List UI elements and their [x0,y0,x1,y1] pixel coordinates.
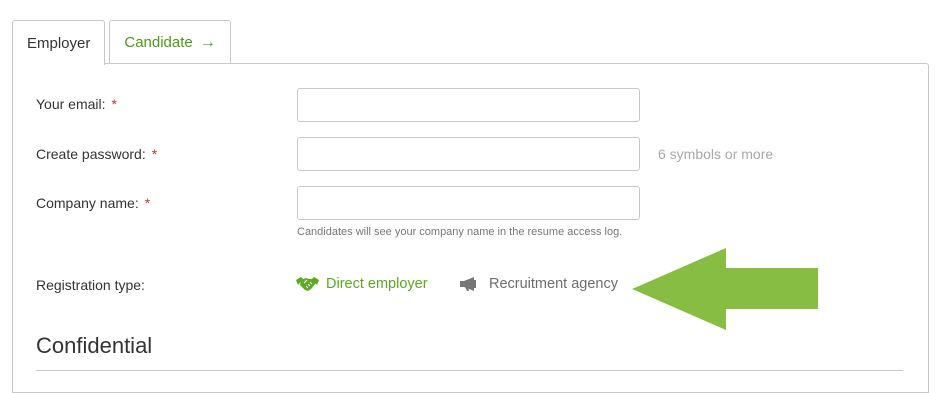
email-field[interactable] [297,88,640,122]
tab-candidate-label: Candidate [124,34,193,51]
tab-employer-label: Employer [27,34,91,52]
megaphone-icon [460,277,476,291]
company-name-field[interactable] [297,186,640,220]
arrow-right-icon: → [199,33,216,51]
option-direct-employer-label: Direct employer [326,276,428,292]
required-mark: * [151,146,158,162]
email-label-text: Your email: [36,96,106,112]
big-arrow-left-icon [632,248,818,330]
tab-employer[interactable]: Employer [12,20,106,65]
handshake-icon [296,277,319,291]
option-recruitment-agency-label: Recruitment agency [489,276,618,292]
section-title-confidential: Confidential [36,333,153,358]
required-mark: * [111,96,117,112]
option-recruitment-agency[interactable]: Recruitment agency [460,276,618,292]
password-field[interactable] [297,137,640,171]
section-divider [36,370,903,371]
password-label-text: Create password: [36,146,146,162]
required-mark: * [144,195,151,211]
company-label-text: Company name: [36,195,139,211]
email-label: Your email: * [36,96,117,112]
option-direct-employer[interactable]: Direct employer [296,276,428,292]
password-label: Create password: * [36,146,157,162]
registration-type-label: Registration type: [36,277,145,293]
tab-bar: Employer Candidate → [12,20,235,65]
password-hint: 6 symbols or more [658,146,774,162]
company-label: Company name: * [36,195,150,211]
company-name-note: Candidates will see your company name in… [297,226,623,238]
tab-candidate[interactable]: Candidate → [109,20,231,64]
